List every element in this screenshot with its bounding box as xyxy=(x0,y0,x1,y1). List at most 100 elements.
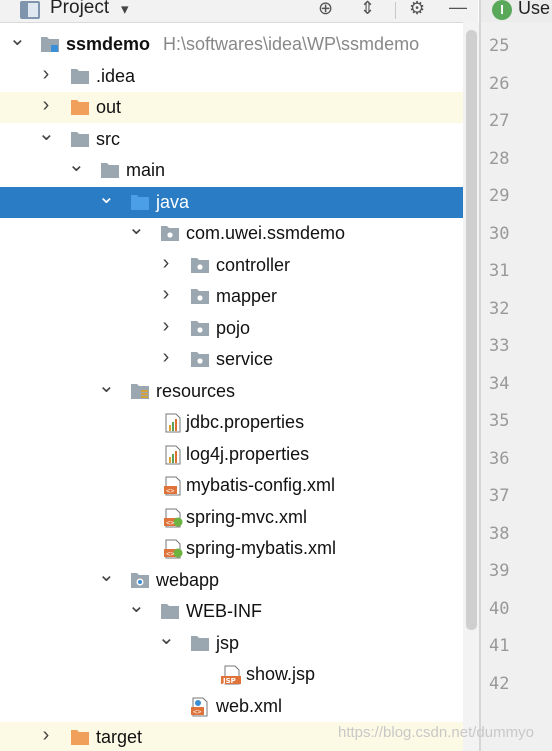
chevron-down-icon[interactable]: ⌄ xyxy=(98,376,115,396)
chevron-down-icon[interactable]: ⌄ xyxy=(98,187,115,207)
tree-node[interactable]: › pojo xyxy=(0,313,463,344)
web-folder-icon xyxy=(130,571,150,589)
chevron-right-icon[interactable]: › xyxy=(158,253,174,273)
spring-xml-file-icon: <> xyxy=(163,539,183,559)
package-icon xyxy=(190,319,210,337)
web-xml-file-icon: <> xyxy=(190,697,210,716)
tree-node[interactable]: › service xyxy=(0,344,463,375)
svg-text:<>: <> xyxy=(166,487,174,495)
line-number: 33 xyxy=(489,336,510,356)
chevron-down-icon[interactable]: ⌄ xyxy=(38,124,55,144)
tree-scrollbar[interactable] xyxy=(463,22,479,751)
folder-icon xyxy=(190,634,210,652)
project-path: H:\softwares\idea\WP\ssmdemo xyxy=(163,34,420,54)
line-number: 29 xyxy=(489,186,510,206)
svg-text:<>: <> xyxy=(166,519,174,527)
tree-node[interactable]: <> mybatis-config.xml xyxy=(0,470,463,501)
properties-file-icon xyxy=(163,413,183,433)
tree-node[interactable]: ⌄ com.uwei.ssmdemo xyxy=(0,218,463,249)
line-number: 34 xyxy=(489,373,510,394)
tree-node-label: service xyxy=(216,349,274,369)
tree-node[interactable]: ⌄ webapp xyxy=(0,565,463,596)
tree-node-label: spring-mybatis.xml xyxy=(186,538,337,558)
line-number: 42 xyxy=(489,673,510,694)
package-icon xyxy=(160,224,180,242)
chevron-right-icon[interactable]: › xyxy=(38,725,54,745)
tree-node[interactable]: <> spring-mybatis.xml xyxy=(0,533,463,564)
chevron-right-icon[interactable]: › xyxy=(38,95,54,115)
tree-node[interactable]: ⌄ java xyxy=(0,186,463,218)
chevron-right-icon[interactable]: › xyxy=(38,64,54,84)
scrollbar-thumb[interactable] xyxy=(466,30,477,630)
package-icon xyxy=(190,350,210,368)
chevron-down-icon[interactable]: ▾ xyxy=(121,0,129,18)
jsp-file-icon: JSP xyxy=(220,665,241,685)
tree-node[interactable]: ⌄ src xyxy=(0,124,463,155)
tree-node[interactable]: jdbc.properties xyxy=(0,407,463,438)
svg-text:<>: <> xyxy=(166,550,174,558)
resources-folder-icon xyxy=(130,382,150,400)
tree-node-label: com.uwei.ssmdemo xyxy=(186,223,346,243)
chevron-down-icon[interactable]: ⌄ xyxy=(128,596,145,616)
editor-gutter: 25 26 27 28 29 30 31 32 33 34 35 36 37 38 39 40 41 42 xyxy=(481,22,552,751)
line-number: 35 xyxy=(489,411,510,431)
chevron-right-icon[interactable]: › xyxy=(158,347,174,367)
gear-icon[interactable]: ⚙ xyxy=(409,0,425,19)
line-number: 25 xyxy=(489,36,510,56)
chevron-down-icon[interactable]: ⌄ xyxy=(158,628,175,648)
module-icon xyxy=(40,35,60,53)
line-number: 38 xyxy=(489,523,510,544)
source-folder-icon xyxy=(130,193,150,211)
project-view-title[interactable]: Project xyxy=(50,0,109,19)
tree-node[interactable]: <> web.xml xyxy=(0,691,463,722)
line-number: 26 xyxy=(489,73,510,94)
tree-node-label: show.jsp xyxy=(246,664,316,684)
watermark: https://blog.csdn.net/dummyo xyxy=(338,724,534,741)
chevron-right-icon[interactable]: › xyxy=(158,284,174,304)
tree-node-label: WEB-INF xyxy=(186,601,262,621)
minimize-icon[interactable]: — xyxy=(449,0,467,18)
editor-tab-label[interactable]: Use xyxy=(518,0,550,19)
line-number: 39 xyxy=(489,561,510,581)
interface-icon: I xyxy=(492,0,512,20)
tree-node[interactable]: ⌄ WEB-INF xyxy=(0,596,463,627)
svg-text:<>: <> xyxy=(193,708,201,716)
tree-node[interactable]: ⌄ resources xyxy=(0,376,463,407)
chevron-down-icon[interactable]: ⌄ xyxy=(9,29,26,49)
tree-node[interactable]: log4j.properties xyxy=(0,439,463,470)
tree-node-label: controller xyxy=(216,254,291,275)
chevron-down-icon[interactable]: ⌄ xyxy=(68,155,85,175)
tree-node-label: mapper xyxy=(216,286,278,306)
tree-node[interactable]: › .idea xyxy=(0,61,463,92)
collapse-all-icon[interactable]: ⇕ xyxy=(360,0,375,19)
tree-node[interactable]: <> spring-mvc.xml xyxy=(0,502,463,533)
tree-node[interactable]: › controller xyxy=(0,250,463,281)
folder-icon xyxy=(100,161,120,179)
chevron-down-icon[interactable]: ⌄ xyxy=(128,218,145,238)
tree-node[interactable]: JSP show.jsp xyxy=(0,659,463,690)
line-number: 30 xyxy=(489,223,510,244)
project-view-icon xyxy=(20,1,40,19)
tree-node-label: spring-mvc.xml xyxy=(186,506,308,527)
project-tree[interactable]: ⌄ ssmdemo H:\softwares\idea\WP\ssmdemo › .id… xyxy=(0,22,463,751)
line-number: 40 xyxy=(489,598,510,619)
tree-node[interactable]: ⌄ main xyxy=(0,155,463,186)
folder-icon xyxy=(160,602,180,620)
tree-node[interactable]: › mapper xyxy=(0,281,463,312)
locate-icon[interactable]: ⊕ xyxy=(318,0,333,19)
editor-tab-bar: I Use xyxy=(481,0,552,23)
tree-node-label: jsp xyxy=(216,632,240,653)
tree-node[interactable]: ⌄ ssmdemo H:\softwares\idea\WP\ssmdemo xyxy=(0,29,463,60)
xml-file-icon: <> xyxy=(163,476,183,496)
tree-node[interactable]: › out xyxy=(0,92,463,123)
package-icon xyxy=(190,256,210,274)
chevron-down-icon[interactable]: ⌄ xyxy=(98,565,115,585)
project-toolbar: Project ▾ ⊕ ⇕ ⚙ — xyxy=(0,0,478,23)
tree-node-label: .idea xyxy=(96,65,136,86)
tree-node-label: pojo xyxy=(216,317,251,338)
tree-node-label: mybatis-config.xml xyxy=(186,475,336,495)
tree-node[interactable]: ⌄ jsp xyxy=(0,628,463,659)
chevron-right-icon[interactable]: › xyxy=(158,316,174,336)
line-number: 31 xyxy=(489,261,510,281)
tree-node-label: resources xyxy=(156,380,236,401)
